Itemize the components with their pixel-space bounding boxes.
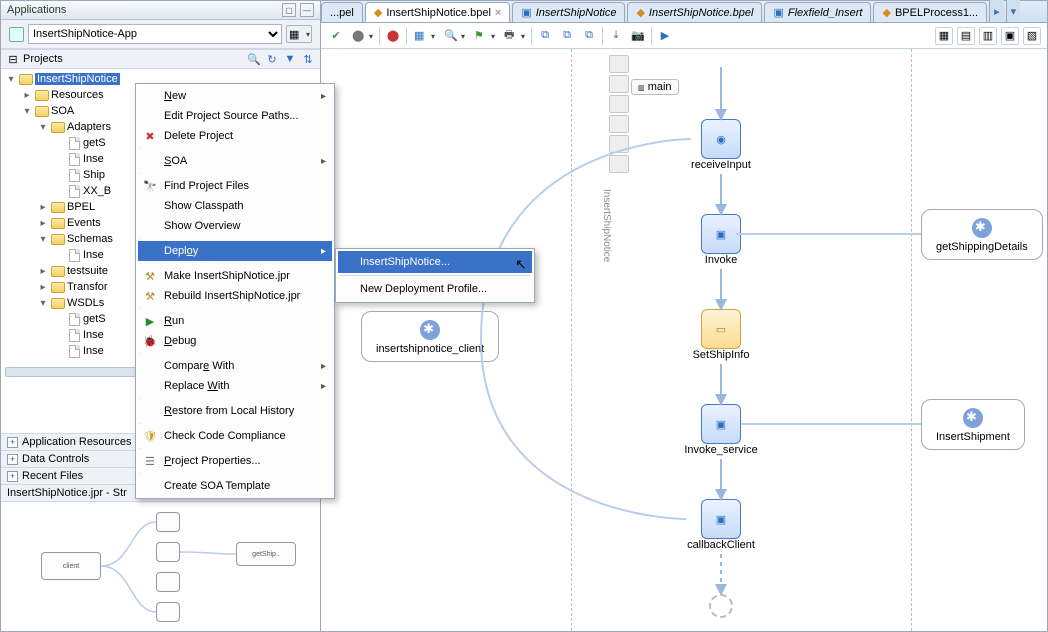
refresh2-icon[interactable]: ↻ — [264, 51, 280, 67]
tab-insertshipnotice[interactable]: ▣InsertShipNotice — [512, 2, 625, 22]
rebuild-icon: ⚒ — [142, 288, 158, 304]
menu-find-project-files[interactable]: 🔭Find Project Files — [138, 176, 332, 196]
app-menu-dropdown[interactable]: ▦ — [286, 25, 312, 43]
editor-tabs: ...pel ◆InsertShipNotice.bpel× ▣InsertSh… — [321, 1, 1047, 23]
structure-thumbnail[interactable]: client getShip.. — [1, 501, 320, 631]
menu-run[interactable]: ▶Run — [138, 311, 332, 331]
test-icon[interactable]: ▶ — [656, 27, 674, 45]
menu-restore-history[interactable]: Restore from Local History — [138, 401, 332, 421]
camera-icon[interactable]: 📷 — [629, 27, 647, 45]
validate-dropdown[interactable]: ⬤ — [349, 27, 375, 45]
menu-rebuild[interactable]: ⚒Rebuild InsertShipNotice.jpr — [138, 286, 332, 306]
validate-icon[interactable]: ✔ — [327, 27, 345, 45]
projects-label: Projects — [23, 53, 63, 65]
tab-insertshipnotice-bpel-2[interactable]: ◆InsertShipNotice.bpel — [627, 2, 762, 22]
run-icon: ▶ — [142, 313, 158, 329]
menu-make[interactable]: ⚒Make InsertShipNotice.jpr — [138, 266, 332, 286]
bpel-canvas[interactable]: InsertShipNotice ▥ main insertshipnotice… — [321, 49, 1047, 631]
view3-icon[interactable]: ▥ — [979, 27, 997, 45]
menu-debug[interactable]: 🐞Debug — [138, 331, 332, 351]
toggle-icon[interactable]: ⊟ — [5, 51, 21, 67]
copy-icon[interactable]: ⧉ — [536, 27, 554, 45]
search-icon[interactable]: 🔍 — [441, 27, 467, 45]
paste-icon[interactable]: ⧉ — [580, 27, 598, 45]
tabs-scroll-right[interactable]: ▸ — [989, 0, 1004, 22]
application-dropdown[interactable]: InsertShipNotice-App — [28, 24, 282, 44]
shield-icon: 🛡 — [142, 428, 158, 444]
tab-bpelprocess1[interactable]: ◆BPELProcess1... — [873, 2, 987, 22]
view5-icon[interactable]: ▧ — [1023, 27, 1041, 45]
menu-soa[interactable]: SOA▸ — [138, 151, 332, 171]
editor-toolbar: ✔ ⬤ ⬤ ▦ 🔍 ⚑ 🖶 ⧉ ⧉ ⧉ ⤓ 📷 ▶ ▦ ▤ ▥ ▣ ▧ — [321, 23, 1047, 49]
tab-insertshipnotice-bpel-active[interactable]: ◆InsertShipNotice.bpel× — [365, 2, 510, 22]
deploy-submenu: InsertShipNotice... New Deployment Profi… — [335, 248, 535, 303]
app-icon — [9, 27, 24, 42]
binoculars-icon: 🔭 — [142, 178, 158, 194]
cut-icon[interactable]: ⧉ — [558, 27, 576, 45]
menu-show-overview[interactable]: Show Overview — [138, 216, 332, 236]
applications-title: Applications — [7, 4, 278, 16]
project-context-menu: New▸ Edit Project Source Paths... ✖Delet… — [135, 83, 335, 499]
settings-icon[interactable]: ⇅ — [300, 51, 316, 67]
view1-icon[interactable]: ▦ — [935, 27, 953, 45]
tabs-list-dropdown[interactable]: ▾ — [1006, 0, 1021, 22]
properties-icon: ☰ — [142, 453, 158, 469]
print-icon[interactable]: 🖶 — [501, 27, 527, 45]
make-icon: ⚒ — [142, 268, 158, 284]
panel-restore-icon[interactable]: ▢ — [282, 3, 296, 17]
menu-delete-project[interactable]: ✖Delete Project — [138, 126, 332, 146]
menu-project-properties[interactable]: ☰Project Properties... — [138, 451, 332, 471]
view2-icon[interactable]: ▤ — [957, 27, 975, 45]
submenu-new-deployment-profile[interactable]: New Deployment Profile... — [338, 278, 532, 300]
menu-create-soa-template[interactable]: Create SOA Template — [138, 476, 332, 496]
close-icon[interactable]: × — [495, 7, 501, 19]
submenu-insert-ship-notice[interactable]: InsertShipNotice... — [338, 251, 532, 273]
export-icon[interactable]: ⤓ — [607, 27, 625, 45]
tab-overflow-prev[interactable]: ...pel — [321, 2, 363, 22]
layout-icon[interactable]: ▦ — [411, 27, 437, 45]
refresh-icon[interactable]: 🔍 — [246, 51, 262, 67]
tab-flexfield-insert[interactable]: ▣Flexfield_Insert — [764, 2, 871, 22]
menu-check-code[interactable]: 🛡Check Code Compliance — [138, 426, 332, 446]
menu-edit-source-paths[interactable]: Edit Project Source Paths... — [138, 106, 332, 126]
panel-minimize-icon[interactable]: — — [300, 3, 314, 17]
drop-target[interactable] — [709, 594, 733, 618]
menu-compare-with[interactable]: Compare With▸ — [138, 356, 332, 376]
menu-deploy[interactable]: Deploy▸ — [138, 241, 332, 261]
applications-panel-header: Applications ▢ — — [1, 1, 320, 20]
debug-icon: 🐞 — [142, 333, 158, 349]
menu-new[interactable]: New▸ — [138, 86, 332, 106]
delete-icon: ✖ — [142, 128, 158, 144]
highlight-icon[interactable]: ⚑ — [471, 27, 497, 45]
toggle-breakpoint-icon[interactable]: ⬤ — [384, 27, 402, 45]
view4-icon[interactable]: ▣ — [1001, 27, 1019, 45]
filter-icon[interactable]: ▼ — [282, 51, 298, 67]
menu-show-classpath[interactable]: Show Classpath — [138, 196, 332, 216]
menu-replace-with[interactable]: Replace With▸ — [138, 376, 332, 396]
